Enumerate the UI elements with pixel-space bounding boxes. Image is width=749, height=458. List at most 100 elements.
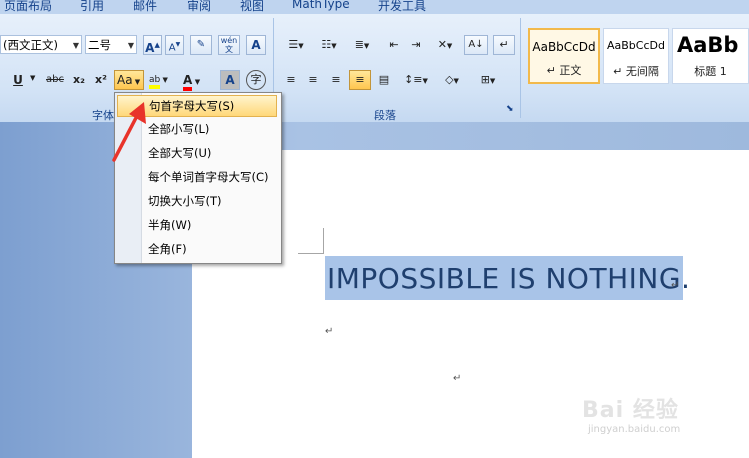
- distributed-button[interactable]: ▤: [373, 70, 395, 90]
- show-marks-button[interactable]: ↵: [493, 35, 515, 55]
- shading-button[interactable]: ◇▼: [436, 70, 468, 90]
- multilevel-list-icon: ≣: [354, 38, 364, 51]
- paragraph-group-label: 段落: [374, 109, 396, 122]
- justify-icon: ≡: [355, 73, 365, 86]
- bullets-button[interactable]: ☰▼: [281, 35, 311, 55]
- superscript-icon: x²: [95, 73, 107, 86]
- tab-review[interactable]: 审阅: [187, 0, 211, 14]
- style-name: ↵ 无间隔: [613, 65, 659, 78]
- enclose-char-icon: 字: [250, 73, 262, 86]
- increase-indent-icon: ⇥: [411, 38, 421, 51]
- chevron-down-icon: ▼: [132, 78, 141, 86]
- clear-format-button[interactable]: ✎: [190, 35, 212, 55]
- font-size-combo[interactable]: 二号 ▼: [85, 35, 137, 54]
- align-center-button[interactable]: ≡: [303, 70, 323, 90]
- shrink-font-icon: A: [168, 42, 176, 54]
- justify-button[interactable]: ≡: [349, 70, 371, 90]
- style-sample: AaBbCcDd: [607, 39, 665, 52]
- chevron-down-icon[interactable]: ▼: [30, 74, 35, 82]
- subscript-icon: x₂: [73, 73, 85, 86]
- chevron-down-icon: ▼: [453, 77, 459, 85]
- superscript-button[interactable]: x²: [92, 70, 110, 90]
- selected-heading-text[interactable]: IMPOSSIBLE IS NOTHING.: [327, 262, 690, 295]
- strikethrough-icon: abc: [46, 74, 64, 85]
- char-shading-icon: A: [225, 73, 235, 87]
- paragraph-mark: ↵: [325, 326, 334, 337]
- style-name: ↵ 正文: [546, 64, 582, 77]
- decrease-indent-button[interactable]: ⇤: [384, 35, 404, 55]
- decrease-indent-icon: ⇤: [389, 38, 399, 51]
- align-right-icon: ≡: [331, 73, 341, 86]
- style-sample: AaBb: [677, 33, 739, 57]
- phonetic-guide-icon: wén: [220, 36, 238, 45]
- paragraph-mark: ↵: [453, 373, 462, 384]
- text-highlight-button[interactable]: ab ▼: [148, 70, 178, 90]
- menu-item-toggle-case[interactable]: 切换大小写(T): [117, 190, 277, 212]
- enclose-char-button[interactable]: 字: [246, 70, 266, 90]
- tab-references[interactable]: 引用: [80, 0, 104, 14]
- crop-mark: [323, 228, 324, 254]
- font-color-button[interactable]: A ▼: [182, 70, 212, 91]
- font-size-value: 二号: [88, 38, 111, 52]
- watermark: Bai 经验 jingyan.baidu.com: [582, 392, 680, 435]
- font-family-combo[interactable]: (西文正文) ▼: [0, 35, 82, 54]
- highlight-icon: ab: [149, 75, 161, 89]
- char-shading-button[interactable]: A: [220, 70, 240, 90]
- numbering-button[interactable]: ☷▼: [314, 35, 344, 55]
- style-normal[interactable]: AaBbCcDd ↵ 正文: [528, 28, 600, 84]
- tab-mathtype[interactable]: MathType: [292, 0, 350, 11]
- underline-button[interactable]: U: [9, 70, 27, 90]
- chevron-down-icon[interactable]: ▼: [73, 36, 79, 55]
- tab-developer[interactable]: 开发工具: [378, 0, 426, 14]
- char-border-button[interactable]: A: [246, 35, 266, 55]
- sort-icon: A↓: [468, 39, 484, 50]
- border-icon: ⊞: [480, 73, 490, 86]
- tab-page-layout[interactable]: 页面布局: [4, 0, 52, 14]
- chevron-down-icon: ▼: [192, 78, 201, 86]
- subscript-button[interactable]: x₂: [70, 70, 88, 90]
- tab-view[interactable]: 视图: [240, 0, 264, 14]
- chevron-down-icon: ▼: [363, 42, 370, 50]
- menu-item-half-width[interactable]: 半角(W): [117, 214, 277, 236]
- style-heading-1[interactable]: AaBb 标题 1: [672, 28, 749, 84]
- style-no-spacing[interactable]: AaBbCcDd ↵ 无间隔: [603, 28, 669, 84]
- crop-mark: [298, 253, 324, 254]
- font-color-icon: A: [183, 73, 193, 91]
- tab-mailings[interactable]: 邮件: [133, 0, 157, 14]
- group-divider: [520, 18, 521, 118]
- menu-item-capitalize-each-word[interactable]: 每个单词首字母大写(C): [117, 166, 277, 188]
- paragraph-mark-icon: ↵: [499, 38, 509, 51]
- eraser-icon: ✎: [196, 39, 206, 50]
- strikethrough-button[interactable]: abc: [42, 70, 68, 90]
- chevron-down-icon: ▼: [298, 42, 304, 50]
- font-family-value: (西文正文): [3, 38, 58, 52]
- sort-button[interactable]: A↓: [464, 35, 488, 55]
- align-right-button[interactable]: ≡: [326, 70, 346, 90]
- menu-item-full-width[interactable]: 全角(F): [117, 238, 277, 260]
- align-left-icon: ≡: [286, 73, 296, 86]
- grow-font-button[interactable]: A▲: [143, 35, 162, 55]
- change-case-button[interactable]: Aa ▼: [114, 70, 144, 90]
- paint-bucket-icon: ◇: [445, 73, 454, 86]
- change-case-icon: Aa: [117, 73, 133, 87]
- phonetic-guide-button[interactable]: wén 文: [218, 35, 240, 55]
- borders-button[interactable]: ⊞▼: [472, 70, 504, 90]
- shrink-font-button[interactable]: A▼: [165, 35, 184, 55]
- chevron-down-icon: ▼: [331, 42, 337, 50]
- dialog-launcher-icon[interactable]: ⬊: [506, 104, 514, 114]
- chevron-down-icon: ▼: [446, 42, 453, 50]
- style-sample: AaBbCcDd: [532, 40, 596, 54]
- chinese-layout-icon: ✕: [437, 38, 447, 51]
- line-spacing-button[interactable]: ↕≡▼: [400, 70, 432, 90]
- ribbon-tab-bar: 页面布局 引用 邮件 审阅 视图 MathType 开发工具: [0, 0, 749, 14]
- increase-indent-button[interactable]: ⇥: [406, 35, 426, 55]
- annotation-arrow-icon: [112, 102, 146, 162]
- chinese-layout-button[interactable]: ✕▼: [430, 35, 460, 55]
- numbered-list-icon: ☷: [321, 38, 332, 51]
- align-center-icon: ≡: [308, 73, 318, 86]
- multilevel-list-button[interactable]: ≣▼: [347, 35, 377, 55]
- watermark-brand: Bai 经验: [582, 398, 679, 423]
- distributed-icon: ▤: [378, 73, 390, 86]
- chevron-down-icon[interactable]: ▼: [128, 36, 134, 55]
- align-left-button[interactable]: ≡: [281, 70, 301, 90]
